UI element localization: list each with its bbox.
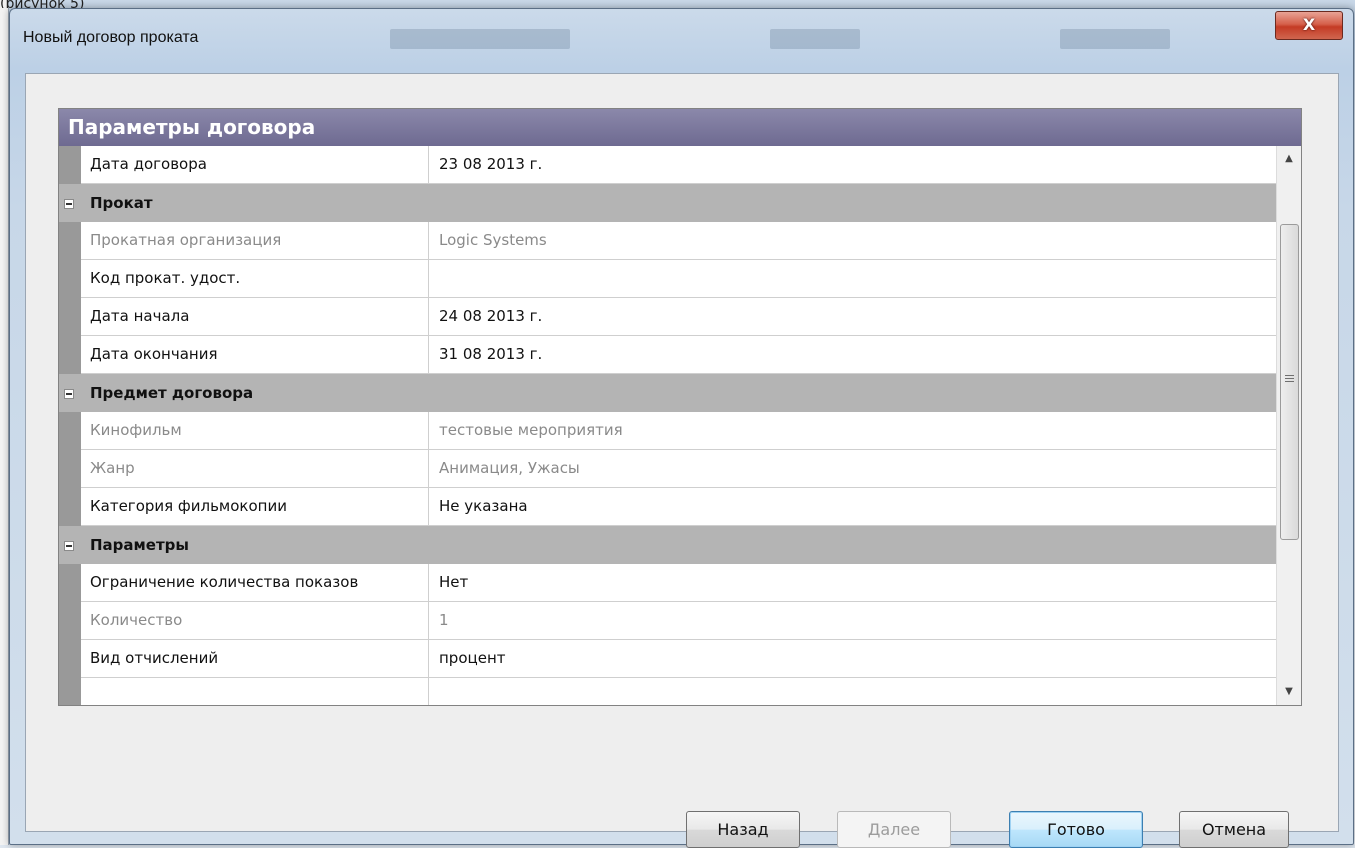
close-icon: X bbox=[1302, 15, 1316, 34]
property-grid: Параметры договора Дата договора 23 08 20… bbox=[58, 108, 1302, 706]
vertical-scrollbar[interactable]: ▲ ▼ bbox=[1276, 146, 1301, 705]
property-row[interactable]: Вид отчислений процент bbox=[81, 640, 1276, 678]
category-row[interactable]: Предмет договора bbox=[59, 374, 1276, 412]
property-value[interactable]: 31 08 2013 г. bbox=[430, 336, 1276, 373]
property-name: Ограничение количества показов bbox=[81, 564, 429, 601]
property-name: Дата договора bbox=[81, 146, 429, 183]
property-row[interactable]: Кинофильм тестовые мероприятия bbox=[81, 412, 1276, 450]
property-value[interactable] bbox=[430, 678, 1276, 705]
property-row[interactable]: Категория фильмокопии Не указана bbox=[81, 488, 1276, 526]
property-row[interactable]: Количество 1 bbox=[81, 602, 1276, 640]
property-value[interactable]: Нет bbox=[430, 564, 1276, 601]
property-name: Количество bbox=[81, 602, 429, 639]
property-name: Дата окончания bbox=[81, 336, 429, 373]
property-name: Прокатная организация bbox=[81, 222, 429, 259]
property-value[interactable]: 23 08 2013 г. bbox=[430, 146, 1276, 183]
property-row[interactable]: Прокатная организация Logic Systems bbox=[81, 222, 1276, 260]
property-row[interactable]: Дата окончания 31 08 2013 г. bbox=[81, 336, 1276, 374]
property-value[interactable]: Не указана bbox=[430, 488, 1276, 525]
property-value: Анимация, Ужасы bbox=[439, 459, 580, 477]
property-name: Дата начала bbox=[81, 298, 429, 335]
background-left-strip bbox=[0, 0, 9, 845]
title-bar-ghost-decoration bbox=[770, 29, 860, 49]
done-button[interactable]: Готово bbox=[1009, 811, 1143, 848]
cancel-button[interactable]: Отмена bbox=[1179, 811, 1289, 848]
rental-contract-dialog: Новый договор проката X Параметры догово… bbox=[9, 8, 1354, 848]
property-value: 1 bbox=[439, 611, 449, 629]
category-label: Параметры bbox=[90, 536, 189, 554]
property-value: Logic Systems bbox=[439, 231, 547, 249]
property-value: тестовые мероприятия bbox=[439, 421, 623, 439]
property-row[interactable] bbox=[81, 678, 1276, 705]
property-row[interactable]: Дата договора 23 08 2013 г. bbox=[81, 146, 1276, 184]
property-row[interactable]: Жанр Анимация, Ужасы bbox=[81, 450, 1276, 488]
property-name: Код прокат. удост. bbox=[81, 260, 429, 297]
property-grid-gutter bbox=[59, 146, 81, 705]
category-row[interactable]: Прокат bbox=[59, 184, 1276, 222]
property-name: Кинофильм bbox=[81, 412, 429, 449]
collapse-icon[interactable] bbox=[64, 541, 74, 551]
scroll-up-arrow-icon[interactable]: ▲ bbox=[1277, 149, 1301, 169]
property-grid-header: Параметры договора bbox=[59, 109, 1301, 146]
title-bar[interactable]: Новый договор проката X bbox=[10, 9, 1353, 71]
title-bar-ghost-decoration bbox=[1060, 29, 1170, 49]
scrollbar-thumb[interactable] bbox=[1280, 224, 1299, 540]
back-button[interactable]: Назад bbox=[686, 811, 800, 848]
scroll-down-arrow-icon[interactable]: ▼ bbox=[1277, 682, 1301, 702]
property-row[interactable]: Ограничение количества показов Нет bbox=[81, 564, 1276, 602]
grip-icon bbox=[1285, 375, 1294, 384]
category-row[interactable]: Параметры bbox=[59, 526, 1276, 564]
collapse-icon[interactable] bbox=[64, 389, 74, 399]
close-button[interactable]: X bbox=[1275, 11, 1343, 40]
background-text-fragment: (рисунок 5) bbox=[0, 0, 85, 8]
property-row[interactable]: Дата начала 24 08 2013 г. bbox=[81, 298, 1276, 336]
title-bar-ghost-decoration bbox=[390, 29, 570, 49]
property-value[interactable] bbox=[430, 260, 1276, 297]
dialog-client-area: Параметры договора Дата договора 23 08 20… bbox=[25, 73, 1339, 848]
collapse-icon[interactable] bbox=[64, 199, 74, 209]
property-grid-body: Дата договора 23 08 2013 г. Прокат Прокатна… bbox=[59, 146, 1276, 705]
category-label: Предмет договора bbox=[90, 384, 254, 402]
property-value[interactable]: процент bbox=[430, 640, 1276, 677]
property-name: Жанр bbox=[81, 450, 429, 487]
property-name: Вид отчислений bbox=[81, 640, 429, 677]
property-row[interactable]: Код прокат. удост. bbox=[81, 260, 1276, 298]
property-name bbox=[81, 678, 429, 705]
dialog-title: Новый договор проката bbox=[23, 29, 199, 46]
property-value[interactable]: 24 08 2013 г. bbox=[430, 298, 1276, 335]
category-label: Прокат bbox=[90, 194, 153, 212]
property-name: Категория фильмокопии bbox=[81, 488, 429, 525]
next-button[interactable]: Далее bbox=[837, 811, 951, 848]
